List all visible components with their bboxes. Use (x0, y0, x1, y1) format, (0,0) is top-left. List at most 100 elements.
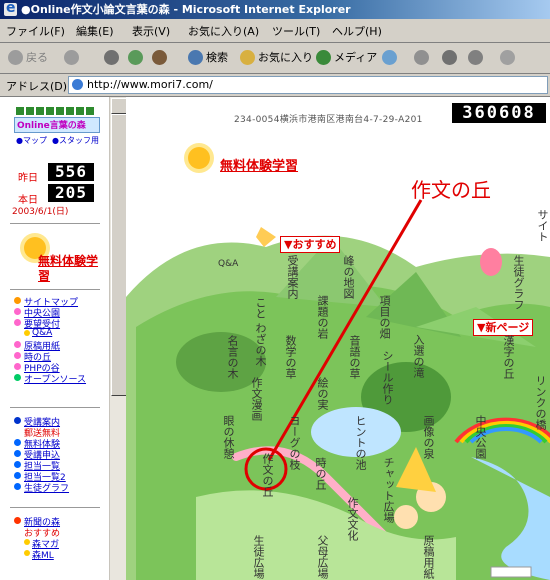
yesterday-counter: 556 (48, 163, 94, 181)
map-label-language[interactable]: 音語の草 (348, 335, 361, 379)
map-label-essay-hill[interactable]: 作文の丘 (261, 453, 274, 497)
map-label-manuscript[interactable]: 原稿用紙 (422, 535, 435, 579)
media-icon[interactable] (316, 50, 331, 65)
map-label-field[interactable]: 項目の畑 (378, 295, 391, 339)
address-input[interactable]: http://www.mori7.com/ (68, 76, 548, 94)
back-button[interactable]: 戻る (26, 49, 48, 65)
yesterday-label: 昨日 (18, 173, 38, 184)
sidebar-item[interactable]: 原稿用紙 (14, 339, 109, 352)
home-icon[interactable] (152, 50, 167, 65)
bullet-icon (24, 539, 30, 545)
site-logo[interactable]: Online言葉の森 (14, 117, 100, 133)
menu-view[interactable]: 表示(V) (132, 23, 170, 39)
media-button[interactable]: メディア (334, 49, 377, 65)
print-icon[interactable] (442, 50, 457, 65)
map-label-student-plaza[interactable]: 生徒広場 (252, 535, 265, 579)
back-arrow-icon[interactable] (8, 50, 23, 65)
bullet-icon (14, 517, 21, 524)
menu-edit[interactable]: 編集(E) (76, 23, 114, 39)
map-label-qa[interactable]: Q&A (218, 259, 238, 269)
sidebar-item[interactable]: オープンソース (14, 372, 109, 385)
staff-link[interactable]: ●スタッフ用 (52, 135, 99, 146)
search-icon[interactable] (188, 50, 203, 65)
search-button[interactable]: 検索 (206, 49, 228, 65)
map-label-chat-plaza[interactable]: チャット広場 (382, 457, 395, 523)
menu-favorites[interactable]: お気に入り(A) (188, 23, 259, 39)
map-label-site[interactable]: サイト (536, 209, 549, 242)
map-label-sticker[interactable]: シール作り (381, 350, 394, 405)
map-label-time-hill[interactable]: 時の丘 (314, 457, 327, 490)
sidebar-item[interactable]: 生徒グラフ (14, 481, 109, 494)
map-label-yoga[interactable]: ヨーグの枝 (288, 415, 301, 470)
postal-address: 234-0054横浜市港南区港南台4-7-29-A201 (234, 115, 423, 125)
bullet-icon (14, 374, 21, 381)
sidebar-scrollbar[interactable] (109, 97, 127, 580)
sidebar-item-label: オープンソース (24, 375, 87, 385)
map-label-course[interactable]: 受講案内 (286, 255, 299, 299)
map-label-picture[interactable]: 絵の実 (316, 377, 329, 410)
menu-file[interactable]: ファイル(F) (6, 23, 65, 39)
map-label-image-spring[interactable]: 画像の泉 (422, 415, 435, 459)
scroll-thumb[interactable] (111, 114, 127, 396)
sidebar-item[interactable]: 中央公園 (14, 306, 109, 319)
scroll-up-button[interactable] (111, 98, 127, 114)
sidebar-item[interactable]: 無料体験 (14, 437, 109, 450)
stop-icon[interactable] (104, 50, 119, 65)
sidebar-item[interactable]: 新聞の森 (14, 515, 109, 528)
edit-icon[interactable] (468, 50, 483, 65)
map-label-math[interactable]: 数学の草 (284, 335, 297, 379)
sidebar-nav-course: 受講案内 郵送無料 無料体験 受講申込 担当一覧 担当一覧2 生徒グラフ (14, 415, 109, 494)
sidebar-item[interactable]: おすすめ (14, 526, 109, 539)
recommend-badge[interactable]: ▼おすすめ (280, 236, 341, 253)
sidebar-item[interactable]: PHPの谷 (14, 361, 109, 374)
map-label-quote-tree[interactable]: 名言の木 (226, 335, 239, 379)
sidebar-item[interactable]: サイトマップ (14, 295, 109, 308)
sidebar-item[interactable]: 郵送無料 (14, 426, 109, 439)
sidebar-item[interactable]: 受講申込 (14, 448, 109, 461)
map-label-kanji-hill[interactable]: 漢字の丘 (502, 335, 515, 379)
sidebar-trial-link[interactable]: 無料体験学習 (38, 254, 98, 284)
sidebar-item[interactable]: 森ML (14, 548, 109, 561)
logo-text: Online言葉の森 (17, 121, 86, 131)
bullet-icon (14, 308, 21, 315)
trial-link[interactable]: 無料体験学習 (220, 155, 298, 174)
favorites-button[interactable]: お気に入り (258, 49, 313, 65)
discuss-icon[interactable] (500, 50, 515, 65)
map-label-hint-pond[interactable]: ヒントの池 (354, 415, 367, 470)
divider (10, 223, 100, 224)
map-label-essay-culture[interactable]: 作文文化 (346, 497, 359, 541)
sidebar-item[interactable]: 要望受付 (14, 317, 109, 330)
sidebar-item[interactable]: 受講案内 (14, 415, 109, 428)
refresh-icon[interactable] (128, 50, 143, 65)
favorites-icon[interactable] (240, 50, 255, 65)
map-label-rest[interactable]: 眼の休憩 (222, 415, 235, 459)
map-label-parent-plaza[interactable]: 父母広場 (316, 535, 329, 579)
sidebar-item[interactable]: 担当一覧 (14, 459, 109, 472)
map-label-manga[interactable]: 作文漫画 (250, 377, 263, 421)
page-content: Online言葉の森 ●マップ ●スタッフ用 昨日 556 本日 205 200… (0, 97, 550, 580)
sidebar-item[interactable]: 森マガ (14, 537, 109, 550)
map-label-link-bridge[interactable]: リンクの橋 (534, 375, 547, 430)
bullet-icon (14, 472, 21, 479)
map-label-central-park[interactable]: 中央公園 (474, 415, 487, 459)
map-label-waterfall[interactable]: 入選の滝 (412, 334, 425, 378)
bullet-icon (14, 528, 21, 535)
map-label-proverb[interactable]: こと わざの木 (254, 297, 267, 367)
map-label-peak-map[interactable]: 峰の地図 (342, 255, 355, 299)
title-bar[interactable]: ●Online作文小論文言葉の森 - Microsoft Internet Ex… (0, 0, 550, 19)
sidebar-item[interactable]: Q&A (14, 328, 109, 339)
menu-help[interactable]: ヘルプ(H) (332, 23, 382, 39)
map-label-rock[interactable]: 課題の岩 (316, 295, 329, 339)
forest-map[interactable] (126, 97, 550, 580)
map-link[interactable]: ●マップ (16, 135, 47, 146)
sidebar-frame: Online言葉の森 ●マップ ●スタッフ用 昨日 556 本日 205 200… (0, 97, 109, 580)
new-page-badge[interactable]: ▼新ページ (473, 319, 534, 336)
sidebar-item[interactable]: 時の丘 (14, 350, 109, 363)
menu-tools[interactable]: ツール(T) (272, 23, 320, 39)
mail-icon[interactable] (414, 50, 429, 65)
sidebar-item[interactable]: 担当一覧2 (14, 470, 109, 483)
map-label-graph[interactable]: 生徒グラフ (512, 255, 525, 310)
forward-arrow-icon[interactable] (64, 50, 79, 65)
history-icon[interactable] (382, 50, 397, 65)
sidebar-item-label: 森ML (32, 551, 54, 561)
